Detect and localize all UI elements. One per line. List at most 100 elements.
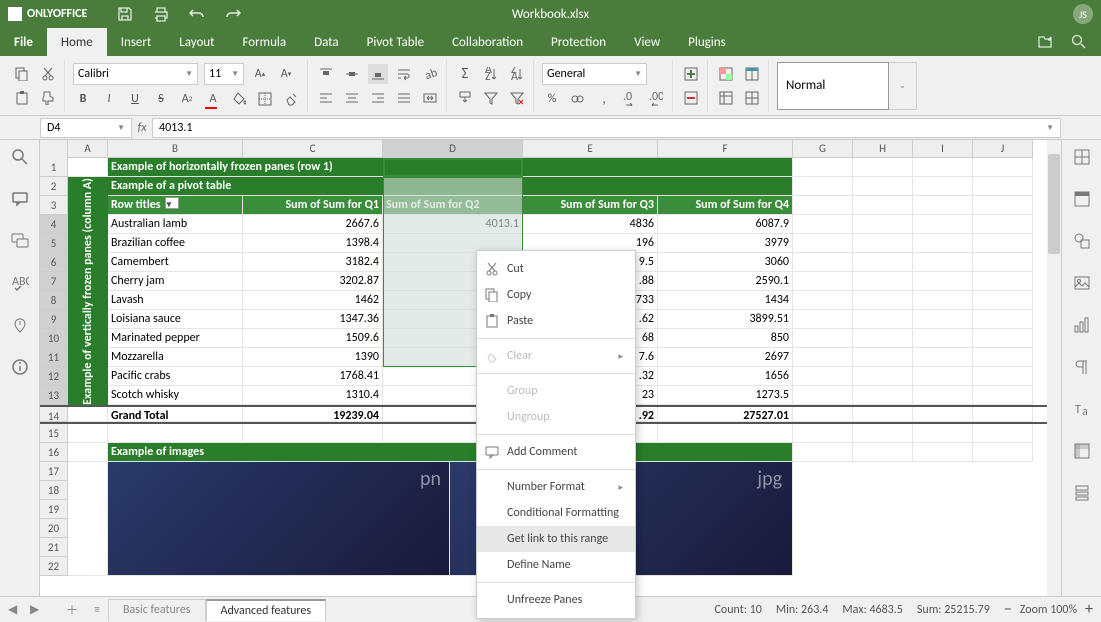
- font-select[interactable]: Calibri▼: [73, 63, 198, 85]
- cell[interactable]: 1656: [658, 367, 793, 386]
- cell[interactable]: [913, 196, 973, 215]
- fill-down-icon[interactable]: [455, 88, 475, 108]
- cell[interactable]: 3899.51: [658, 310, 793, 329]
- cell[interactable]: Scotch whisky: [108, 386, 243, 405]
- add-sheet-button[interactable]: ＋: [58, 598, 86, 621]
- row-header-7[interactable]: 7: [40, 272, 68, 291]
- row-header-19[interactable]: 19: [40, 500, 67, 519]
- shape-settings-icon[interactable]: [1073, 232, 1091, 250]
- format-painter-icon[interactable]: [38, 88, 58, 108]
- cell[interactable]: [793, 329, 853, 348]
- cell[interactable]: [973, 234, 1033, 253]
- row-header-21[interactable]: 21: [40, 538, 67, 557]
- cell[interactable]: [913, 291, 973, 310]
- cell[interactable]: 4836: [523, 215, 658, 234]
- col-header-F[interactable]: F: [658, 140, 793, 158]
- row-header-2[interactable]: 2: [40, 177, 68, 196]
- sort-asc-icon[interactable]: AZ: [481, 64, 501, 84]
- sort-desc-icon[interactable]: ZA: [507, 64, 527, 84]
- number-format-select[interactable]: General▼: [542, 63, 647, 85]
- cell[interactable]: [973, 367, 1033, 386]
- row-col-icon[interactable]: [742, 88, 762, 108]
- cell[interactable]: 2590.1: [658, 272, 793, 291]
- menu-layout[interactable]: Layout: [165, 28, 228, 56]
- fx-icon[interactable]: fx: [132, 121, 152, 135]
- cell[interactable]: 1398.4: [243, 234, 383, 253]
- ctx-ungroup[interactable]: Ungroup: [477, 404, 635, 430]
- menu-formula[interactable]: Formula: [229, 28, 301, 56]
- col-header-B[interactable]: B: [108, 140, 243, 158]
- menu-view[interactable]: View: [620, 28, 674, 56]
- cell[interactable]: [853, 310, 913, 329]
- row-header-14[interactable]: 14: [40, 407, 68, 422]
- cell[interactable]: 1347.36: [243, 310, 383, 329]
- cell[interactable]: [793, 386, 853, 405]
- ctx-clear[interactable]: Clear▸: [477, 343, 635, 369]
- cell[interactable]: 1768.41: [243, 367, 383, 386]
- comma-icon[interactable]: ,: [594, 89, 614, 109]
- cell[interactable]: 2697: [658, 348, 793, 367]
- cell[interactable]: [913, 234, 973, 253]
- row-header-10[interactable]: 10: [40, 329, 68, 348]
- cell[interactable]: [973, 196, 1033, 215]
- menu-file[interactable]: File: [0, 28, 47, 56]
- zoom-out-button[interactable]: −: [1004, 600, 1012, 619]
- sheet-tab-advanced[interactable]: Advanced features: [206, 599, 327, 621]
- cell[interactable]: [913, 177, 973, 196]
- sheet-next-icon[interactable]: ▶: [30, 602, 46, 618]
- print-icon[interactable]: [153, 6, 169, 22]
- row-header-4[interactable]: 4: [40, 215, 68, 234]
- borders-button[interactable]: [255, 89, 275, 109]
- cell-settings-icon[interactable]: [1073, 148, 1091, 166]
- cell[interactable]: [793, 272, 853, 291]
- sheet-prev-icon[interactable]: ◀: [8, 602, 24, 618]
- cell[interactable]: [793, 348, 853, 367]
- cell[interactable]: 850: [658, 329, 793, 348]
- cell[interactable]: [853, 177, 913, 196]
- cell[interactable]: [853, 367, 913, 386]
- cell[interactable]: [853, 215, 913, 234]
- cell[interactable]: Australian lamb: [108, 215, 243, 234]
- delete-cells-icon[interactable]: [681, 88, 701, 108]
- cell[interactable]: [853, 196, 913, 215]
- cell[interactable]: [913, 253, 973, 272]
- row-header-11[interactable]: 11: [40, 348, 68, 367]
- merge-icon[interactable]: [420, 88, 440, 108]
- cell[interactable]: [913, 386, 973, 405]
- cell[interactable]: [68, 424, 108, 443]
- align-top-icon[interactable]: [316, 64, 336, 84]
- col-header-C[interactable]: C: [243, 140, 383, 158]
- menu-home[interactable]: Home: [47, 28, 107, 56]
- menu-protect[interactable]: Protection: [537, 28, 620, 56]
- row-header-17[interactable]: 17: [40, 462, 67, 481]
- cell[interactable]: [68, 443, 108, 462]
- font-color-button[interactable]: A: [203, 89, 223, 109]
- cell[interactable]: 3182.4: [243, 253, 383, 272]
- col-header-J[interactable]: J: [973, 140, 1033, 158]
- about-icon[interactable]: [11, 358, 29, 376]
- spellcheck-icon[interactable]: ABC: [11, 274, 29, 292]
- sum-icon[interactable]: Σ: [455, 64, 475, 84]
- cell[interactable]: Sum of Sum for Q1: [243, 196, 383, 215]
- cell[interactable]: [913, 348, 973, 367]
- cell[interactable]: [68, 158, 108, 177]
- cell[interactable]: [973, 177, 1033, 196]
- cell[interactable]: 1434: [658, 291, 793, 310]
- percent-icon[interactable]: %: [542, 89, 562, 109]
- menu-data[interactable]: Data: [300, 28, 353, 56]
- redo-icon[interactable]: [225, 6, 241, 22]
- filter-dropdown-icon[interactable]: [165, 197, 179, 209]
- cell[interactable]: [973, 443, 1033, 462]
- clear-filter-icon[interactable]: [507, 88, 527, 108]
- ctx-copy[interactable]: Copy: [477, 282, 635, 308]
- table-format-icon[interactable]: [742, 64, 762, 84]
- sheet-tab-basic[interactable]: Basic features: [108, 599, 206, 621]
- sheet-list-button[interactable]: ≡: [86, 600, 108, 620]
- align-middle-icon[interactable]: [342, 64, 362, 84]
- cell[interactable]: 3060: [658, 253, 793, 272]
- align-center-icon[interactable]: [342, 88, 362, 108]
- col-header-H[interactable]: H: [853, 140, 913, 158]
- row-header-20[interactable]: 20: [40, 519, 67, 538]
- cell[interactable]: [973, 158, 1033, 177]
- align-left-icon[interactable]: [316, 88, 336, 108]
